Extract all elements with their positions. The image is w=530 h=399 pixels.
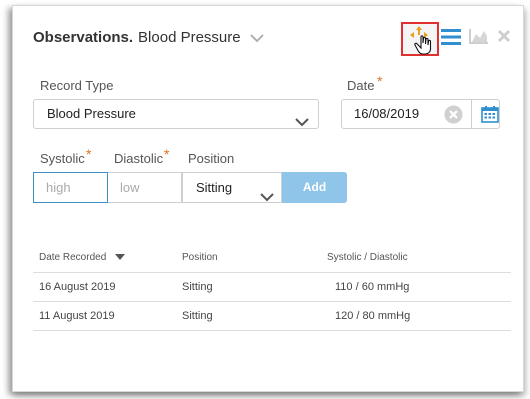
panel-title: Observations. Blood Pressure bbox=[33, 28, 265, 47]
record-type-select[interactable]: Blood Pressure bbox=[33, 99, 319, 129]
systolic-input[interactable] bbox=[33, 172, 108, 203]
add-button[interactable]: Add bbox=[282, 172, 347, 203]
move-icon[interactable] bbox=[406, 24, 436, 61]
menu-icon[interactable] bbox=[441, 28, 461, 51]
row-date: 11 August 2019 bbox=[39, 310, 115, 322]
row-position: Sitting bbox=[182, 281, 213, 293]
title-chevron-down-icon[interactable] bbox=[249, 30, 265, 47]
diastolic-label: Diastolic bbox=[114, 151, 164, 166]
col-header-bp: Systolic / Diastolic bbox=[327, 252, 408, 263]
position-label: Position bbox=[188, 151, 235, 166]
diastolic-required-mark: * bbox=[164, 146, 170, 162]
row-date: 16 August 2019 bbox=[39, 281, 116, 293]
table-divider bbox=[33, 301, 511, 302]
col-header-date[interactable]: Date Recorded bbox=[39, 252, 126, 263]
chevron-down-icon bbox=[259, 183, 275, 212]
systolic-label: Systolic bbox=[40, 151, 85, 166]
date-divider bbox=[471, 100, 472, 128]
record-type-label: Record Type bbox=[40, 78, 114, 93]
chart-icon[interactable] bbox=[469, 28, 489, 49]
date-label: Date bbox=[347, 78, 375, 93]
position-select[interactable]: Sitting bbox=[182, 172, 282, 203]
sort-down-icon bbox=[115, 252, 126, 263]
row-bp: 110 / 60 mmHg bbox=[335, 281, 410, 293]
date-value: 16/08/2019 bbox=[354, 106, 420, 121]
record-type-value: Blood Pressure bbox=[47, 106, 136, 121]
table-divider bbox=[33, 330, 511, 331]
close-icon[interactable] bbox=[497, 29, 511, 48]
position-value: Sitting bbox=[196, 180, 233, 195]
observations-panel: Observations. Blood Pressure Record Type… bbox=[12, 5, 524, 392]
row-position: Sitting bbox=[182, 310, 213, 322]
chevron-down-icon bbox=[294, 109, 310, 137]
calendar-icon[interactable] bbox=[481, 106, 499, 128]
clear-date-icon[interactable] bbox=[444, 105, 463, 134]
table-divider bbox=[33, 272, 511, 273]
row-bp: 120 / 80 mmHg bbox=[335, 310, 411, 322]
systolic-required-mark: * bbox=[86, 146, 92, 162]
title-strong: Observations. bbox=[33, 29, 134, 46]
date-required-mark: * bbox=[377, 73, 383, 89]
date-field[interactable]: 16/08/2019 bbox=[341, 99, 500, 129]
title-rest: Blood Pressure bbox=[138, 29, 241, 46]
diastolic-input[interactable] bbox=[108, 172, 182, 203]
col-header-position: Position bbox=[182, 252, 218, 263]
